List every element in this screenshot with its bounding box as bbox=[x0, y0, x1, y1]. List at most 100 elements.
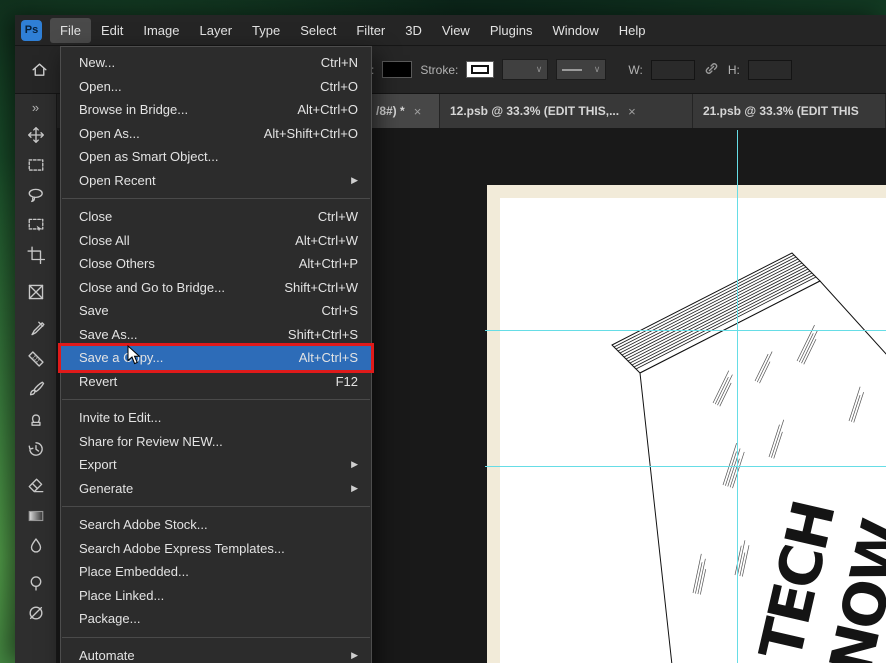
menubar-item-edit[interactable]: Edit bbox=[91, 18, 133, 43]
tab-close-icon[interactable]: × bbox=[628, 104, 636, 119]
menu-item-open-as[interactable]: Open As... Alt+Shift+Ctrl+O bbox=[61, 122, 371, 146]
menubar-item-window[interactable]: Window bbox=[542, 18, 608, 43]
gradient-tool[interactable] bbox=[21, 501, 51, 531]
document-tab-2[interactable]: 12.psb @ 33.3% (EDIT THIS,... × bbox=[440, 94, 693, 128]
menubar-item-plugins[interactable]: Plugins bbox=[480, 18, 543, 43]
spot-healing-brush-tool[interactable] bbox=[21, 344, 51, 374]
history-brush-tool[interactable] bbox=[21, 434, 51, 464]
menubar-item-filter[interactable]: Filter bbox=[346, 18, 395, 43]
eyedropper-tool[interactable] bbox=[21, 314, 51, 344]
height-field[interactable] bbox=[747, 59, 792, 80]
menu-item-label: Search Adobe Express Templates... bbox=[79, 540, 285, 556]
file-menu-dropdown: New... Ctrl+N Open... Ctrl+O Browse in Bridg… bbox=[58, 46, 374, 663]
menu-item-label: Automate bbox=[79, 647, 135, 663]
collapse-panels-chevrons[interactable]: » bbox=[32, 94, 39, 120]
lasso-tool[interactable] bbox=[21, 180, 51, 210]
tab-close-icon[interactable]: × bbox=[414, 104, 422, 119]
menu-item-label: Revert bbox=[79, 373, 118, 389]
menu-item-shortcut: Alt+Ctrl+P bbox=[298, 256, 358, 272]
menu-item-label: Package... bbox=[79, 611, 141, 627]
eraser-tool[interactable] bbox=[21, 471, 51, 501]
menu-item-generate[interactable]: Generate ▶ bbox=[61, 477, 371, 501]
menu-item-label: Save a Copy... bbox=[79, 350, 164, 366]
brush-tool[interactable] bbox=[21, 374, 51, 404]
menu-item-label: Open... bbox=[79, 78, 122, 94]
menu-item-search-adobe-express-templates[interactable]: Search Adobe Express Templates... bbox=[61, 537, 371, 561]
menubar-item-view[interactable]: View bbox=[432, 18, 480, 43]
menu-item-close-and-go-to-bridge[interactable]: Close and Go to Bridge... Shift+Ctrl+W bbox=[61, 276, 371, 300]
menu-item-save-a-copy[interactable]: Save a Copy... Alt+Ctrl+S bbox=[58, 343, 374, 373]
menu-item-place-embedded[interactable]: Place Embedded... bbox=[61, 560, 371, 584]
tab-title: /8#) * bbox=[376, 104, 405, 118]
menu-item-save-as[interactable]: Save As... Shift+Ctrl+S bbox=[61, 323, 371, 347]
dodge-tool[interactable] bbox=[21, 568, 51, 598]
document-tab-1[interactable]: /8#) * × bbox=[372, 94, 440, 128]
menu-item-package[interactable]: Package... bbox=[61, 607, 371, 631]
stroke-type-dropdown[interactable]: ∨ bbox=[556, 59, 607, 80]
mouse-cursor bbox=[127, 344, 142, 371]
menu-item-close[interactable]: Close Ctrl+W bbox=[61, 205, 371, 229]
menu-item-export[interactable]: Export ▶ bbox=[61, 453, 371, 477]
fill-color-swatch[interactable] bbox=[382, 61, 413, 78]
rectangular-marquee-tool[interactable] bbox=[21, 150, 51, 180]
ellipse-tool[interactable] bbox=[21, 598, 51, 628]
menu-item-close-others[interactable]: Close Others Alt+Ctrl+P bbox=[61, 252, 371, 276]
home-icon[interactable] bbox=[31, 61, 48, 83]
object-selection-tool[interactable] bbox=[21, 210, 51, 240]
document-tab-3[interactable]: 21.psb @ 33.3% (EDIT THIS bbox=[693, 94, 886, 128]
menu-separator bbox=[62, 399, 370, 400]
menu-item-open-recent[interactable]: Open Recent ▶ bbox=[61, 169, 371, 193]
menu-item-open-as-smart-object[interactable]: Open as Smart Object... bbox=[61, 145, 371, 169]
menu-item-share-for-review-new[interactable]: Share for Review NEW... bbox=[61, 430, 371, 454]
menubar-item-3d[interactable]: 3D bbox=[395, 18, 432, 43]
blur-tool[interactable] bbox=[21, 531, 51, 561]
menu-item-label: Share for Review NEW... bbox=[79, 433, 223, 449]
stroke-color-swatch[interactable] bbox=[466, 61, 495, 78]
horizontal-guide-2[interactable] bbox=[485, 466, 886, 467]
frame-tool[interactable] bbox=[21, 277, 51, 307]
desktop: { "app": { "logo": "Ps" }, "colors": { "… bbox=[0, 0, 886, 663]
stroke-label: Stroke: bbox=[420, 62, 459, 77]
submenu-arrow-icon: ▶ bbox=[351, 174, 358, 185]
menu-item-label: Close All bbox=[79, 232, 130, 248]
menu-item-save[interactable]: Save Ctrl+S bbox=[61, 299, 371, 323]
menu-item-shortcut: Alt+Shift+Ctrl+O bbox=[263, 125, 358, 141]
menu-item-shortcut: Ctrl+O bbox=[320, 78, 358, 94]
menu-item-close-all[interactable]: Close All Alt+Ctrl+W bbox=[61, 229, 371, 253]
menu-item-search-adobe-stock[interactable]: Search Adobe Stock... bbox=[61, 513, 371, 537]
menu-item-invite-to-edit[interactable]: Invite to Edit... bbox=[61, 406, 371, 430]
menu-item-revert[interactable]: Revert F12 bbox=[61, 370, 371, 394]
menu-item-open[interactable]: Open... Ctrl+O bbox=[61, 75, 371, 99]
clone-stamp-tool[interactable] bbox=[21, 404, 51, 434]
chevron-down-icon: ∨ bbox=[593, 64, 601, 74]
document-view[interactable]: TECH NOW bbox=[487, 185, 886, 663]
move-tool[interactable] bbox=[21, 120, 51, 150]
width-field[interactable] bbox=[650, 59, 695, 80]
menu-item-label: Browse in Bridge... bbox=[79, 102, 189, 118]
menubar-item-select[interactable]: Select bbox=[290, 18, 346, 43]
menu-item-shortcut: Ctrl+S bbox=[321, 303, 358, 319]
stroke-width-dropdown[interactable]: ∨ bbox=[502, 59, 549, 80]
menubar-item-type[interactable]: Type bbox=[242, 18, 290, 43]
menu-item-automate[interactable]: Automate ▶ bbox=[61, 644, 371, 663]
menubar-item-help[interactable]: Help bbox=[609, 18, 656, 43]
menubar-item-file[interactable]: File bbox=[50, 17, 91, 43]
menu-item-place-linked[interactable]: Place Linked... bbox=[61, 584, 371, 608]
link-dimensions-icon[interactable] bbox=[703, 60, 720, 80]
menu-item-label: Invite to Edit... bbox=[79, 410, 162, 426]
menubar-item-image[interactable]: Image bbox=[133, 18, 189, 43]
crop-tool[interactable] bbox=[21, 240, 51, 270]
toolbar: » bbox=[15, 94, 57, 663]
menubar-items: File Edit Image Layer Type Select Filter 3D View… bbox=[50, 17, 656, 43]
menu-item-shortcut: Alt+Ctrl+O bbox=[297, 102, 358, 118]
menu-item-new[interactable]: New... Ctrl+N bbox=[61, 51, 371, 75]
chevron-down-icon: ∨ bbox=[535, 64, 543, 74]
menu-item-browse-in-bridge[interactable]: Browse in Bridge... Alt+Ctrl+O bbox=[61, 98, 371, 122]
menubar-item-layer[interactable]: Layer bbox=[190, 18, 243, 43]
vertical-guide[interactable] bbox=[737, 130, 738, 663]
submenu-arrow-icon: ▶ bbox=[351, 649, 358, 660]
menu-item-label: New... bbox=[79, 55, 116, 71]
photoshop-logo-icon[interactable]: Ps bbox=[21, 19, 42, 41]
menu-item-label: Close Others bbox=[79, 256, 155, 272]
horizontal-guide-1[interactable] bbox=[485, 330, 886, 331]
